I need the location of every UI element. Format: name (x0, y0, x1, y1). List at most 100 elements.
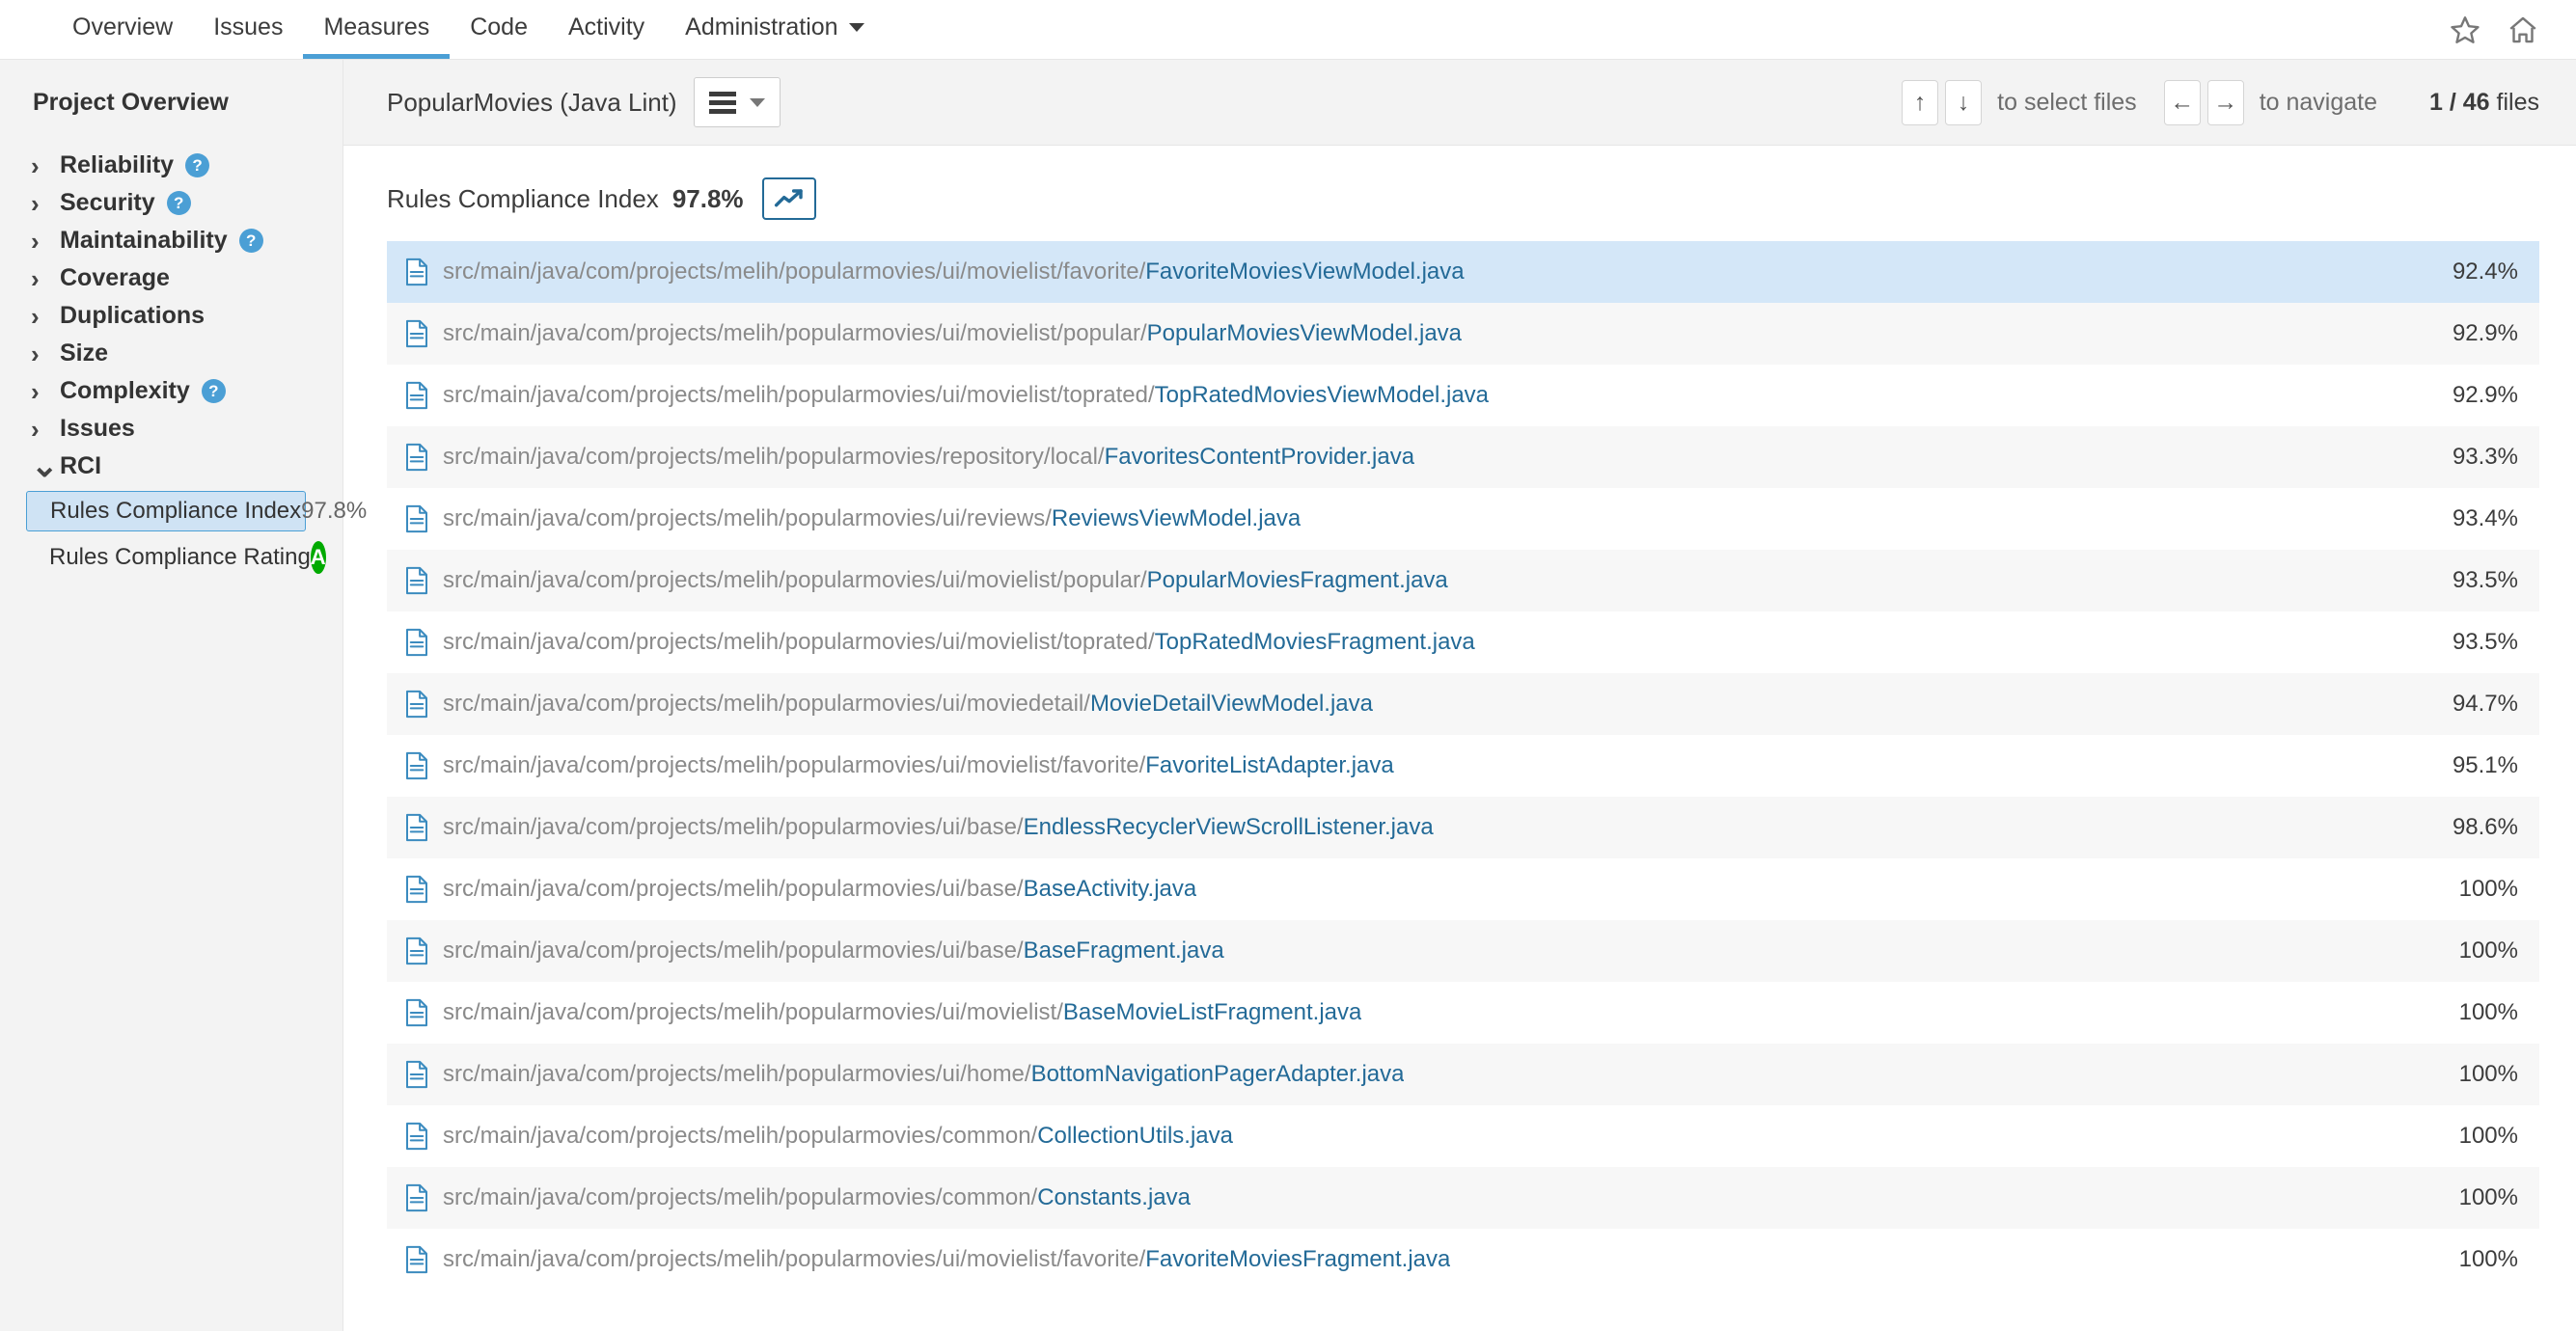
measure-value: 97.8% (671, 183, 744, 213)
trend-chart-icon[interactable] (761, 177, 816, 220)
file-path: src/main/java/com/projects/melih/popular… (443, 382, 1489, 409)
sidebar-measure-rules-compliance-index[interactable]: Rules Compliance Index 97.8% (26, 491, 367, 531)
file-name-link[interactable]: Constants.java (1037, 1184, 1191, 1210)
file-measure-value: 100% (2458, 1184, 2518, 1210)
file-name-link[interactable]: EndlessRecyclerViewScrollListener.java (1024, 814, 1434, 840)
measure-headline: Rules Compliance Index 97.8% (343, 146, 2576, 241)
sidebar-measure-rules-compliance-rating[interactable]: Rules Compliance Rating A (26, 537, 326, 578)
table-row[interactable]: src/main/java/com/projects/melih/popular… (387, 426, 2539, 488)
star-icon[interactable] (2449, 14, 2481, 46)
sidebar-domain-coverage[interactable]: › Coverage (0, 260, 343, 296)
file-path: src/main/java/com/projects/melih/popular… (443, 258, 1465, 285)
sidebar-domain-complexity[interactable]: › Complexity? (0, 373, 343, 409)
file-name-link[interactable]: FavoritesContentProvider.java (1105, 444, 1415, 470)
help-icon[interactable]: ? (201, 379, 226, 403)
nav-item-code[interactable]: Code (450, 0, 548, 59)
nav-item-measures[interactable]: Measures (303, 0, 451, 59)
file-name-link[interactable]: BaseFragment.java (1024, 937, 1224, 964)
chevron-right-icon: › (31, 188, 40, 218)
file-icon (404, 443, 429, 472)
help-icon[interactable]: ? (238, 229, 263, 253)
table-row[interactable]: src/main/java/com/projects/melih/popular… (387, 797, 2539, 858)
file-measure-value: 93.3% (2452, 444, 2518, 470)
table-row[interactable]: src/main/java/com/projects/melih/popular… (387, 1044, 2539, 1105)
table-row[interactable]: src/main/java/com/projects/melih/popular… (387, 365, 2539, 426)
measure-name: Rules Compliance Index (50, 498, 302, 524)
key-right-button[interactable]: → (2206, 79, 2244, 125)
measure-title: Rules Compliance Index (387, 183, 659, 213)
table-row[interactable]: src/main/java/com/projects/melih/popular… (387, 303, 2539, 365)
sidebar-domain-label: Complexity (60, 377, 190, 404)
file-name-link[interactable]: BaseActivity.java (1024, 876, 1197, 902)
sidebar-domain-security[interactable]: › Security? (0, 185, 343, 221)
table-row[interactable]: src/main/java/com/projects/melih/popular… (387, 735, 2539, 797)
nav-item-administration[interactable]: Administration (665, 0, 884, 59)
home-icon[interactable] (2507, 14, 2539, 46)
key-left-button[interactable]: ← (2163, 79, 2201, 125)
key-up-button[interactable]: ↑ (1902, 79, 1939, 125)
table-row[interactable]: src/main/java/com/projects/melih/popular… (387, 1167, 2539, 1229)
sidebar-domain-duplications[interactable]: › Duplications (0, 298, 343, 334)
domain-list: › Reliability? › Security? › Maintainability?… (0, 148, 367, 584)
file-directory: src/main/java/com/projects/melih/popular… (443, 937, 1024, 964)
chevron-right-icon: › (31, 414, 40, 444)
table-row[interactable]: src/main/java/com/projects/melih/popular… (387, 611, 2539, 673)
file-measure-value: 94.7% (2452, 691, 2518, 717)
sidebar-domain-issues[interactable]: › Issues (0, 411, 343, 447)
file-path: src/main/java/com/projects/melih/popular… (443, 1246, 1450, 1273)
file-path: src/main/java/com/projects/melih/popular… (443, 1123, 1233, 1150)
file-name-link[interactable]: BottomNavigationPagerAdapter.java (1031, 1061, 1405, 1087)
table-row[interactable]: src/main/java/com/projects/melih/popular… (387, 488, 2539, 550)
file-name-link[interactable]: TopRatedMoviesFragment.java (1155, 629, 1475, 655)
file-name-link[interactable]: TopRatedMoviesViewModel.java (1155, 382, 1489, 408)
nav-item-label: Administration (685, 13, 838, 41)
file-name-link[interactable]: FavoriteMoviesFragment.java (1145, 1246, 1450, 1272)
file-path: src/main/java/com/projects/melih/popular… (443, 937, 1224, 964)
table-row[interactable]: src/main/java/com/projects/melih/popular… (387, 858, 2539, 920)
table-row[interactable]: src/main/java/com/projects/melih/popular… (387, 1229, 2539, 1290)
nav-item-label: Activity (567, 13, 645, 41)
file-measure-value: 100% (2458, 1246, 2518, 1272)
file-directory: src/main/java/com/projects/melih/popular… (443, 1123, 1038, 1149)
file-name-link[interactable]: PopularMoviesViewModel.java (1147, 320, 1462, 346)
file-name-link[interactable]: FavoriteMoviesViewModel.java (1145, 258, 1464, 285)
file-name-link[interactable]: CollectionUtils.java (1037, 1123, 1233, 1149)
file-path: src/main/java/com/projects/melih/popular… (443, 505, 1301, 532)
help-icon[interactable]: ? (166, 191, 191, 215)
file-directory: src/main/java/com/projects/melih/popular… (443, 320, 1147, 346)
sidebar-domain-size[interactable]: › Size (0, 336, 343, 371)
sidebar-domain-maintainability[interactable]: › Maintainability? (0, 223, 343, 258)
table-row[interactable]: src/main/java/com/projects/melih/popular… (387, 550, 2539, 611)
sidebar-domain-rci[interactable]: ⌄ RCI (0, 448, 343, 484)
list-view-icon (708, 91, 736, 114)
file-directory: src/main/java/com/projects/melih/popular… (443, 814, 1024, 840)
table-row[interactable]: src/main/java/com/projects/melih/popular… (387, 982, 2539, 1044)
sidebar-domain-reliability[interactable]: › Reliability? (0, 148, 343, 183)
file-name-link[interactable]: MovieDetailViewModel.java (1090, 691, 1373, 717)
table-row[interactable]: src/main/java/com/projects/melih/popular… (387, 920, 2539, 982)
key-down-button[interactable]: ↓ (1945, 79, 1983, 125)
file-name-link[interactable]: BaseMovieListFragment.java (1063, 999, 1361, 1025)
nav-item-issues[interactable]: Issues (193, 0, 303, 59)
file-name-link[interactable]: FavoriteListAdapter.java (1145, 752, 1393, 778)
main-content: PopularMovies (Java Lint) ↑ ↓ to select … (343, 60, 2576, 1331)
nav-item-label: Code (470, 13, 528, 41)
file-icon (404, 381, 429, 410)
main-header: PopularMovies (Java Lint) ↑ ↓ to select … (343, 60, 2576, 146)
chevron-right-icon: › (31, 376, 40, 406)
file-path: src/main/java/com/projects/melih/popular… (443, 876, 1196, 903)
table-row[interactable]: src/main/java/com/projects/melih/popular… (387, 673, 2539, 735)
file-path: src/main/java/com/projects/melih/popular… (443, 444, 1414, 471)
nav-item-overview[interactable]: Overview (52, 0, 193, 59)
nav-item-activity[interactable]: Activity (548, 0, 665, 59)
table-row[interactable]: src/main/java/com/projects/melih/popular… (387, 241, 2539, 303)
file-icon (404, 258, 429, 286)
view-toggle-button[interactable] (693, 77, 781, 127)
file-measure-value: 100% (2458, 1123, 2518, 1149)
file-directory: src/main/java/com/projects/melih/popular… (443, 752, 1146, 778)
sidebar-domain-label: Security (60, 189, 155, 216)
file-name-link[interactable]: ReviewsViewModel.java (1052, 505, 1301, 531)
help-icon[interactable]: ? (185, 153, 210, 177)
table-row[interactable]: src/main/java/com/projects/melih/popular… (387, 1105, 2539, 1167)
file-name-link[interactable]: PopularMoviesFragment.java (1147, 567, 1448, 593)
